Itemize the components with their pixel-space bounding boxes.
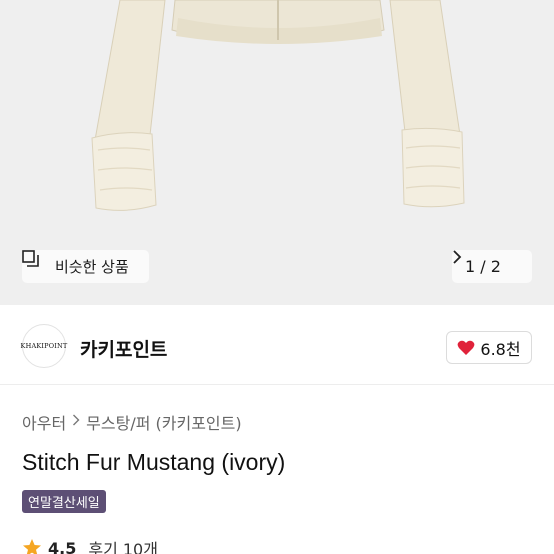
similar-products-button[interactable]: 비슷한 상품 (22, 250, 149, 283)
product-image[interactable]: 비슷한 상품 1 / 2 (0, 0, 554, 305)
heart-icon (457, 340, 475, 356)
product-title: Stitch Fur Mustang (ivory) (22, 449, 286, 475)
breadcrumb-subcategory[interactable]: 무스탕/퍼 (카키포인트) (86, 410, 241, 434)
shop-row[interactable]: KHAKIPOINT 카키포인트 6.8천 (0, 305, 554, 385)
rating-score: 4.5 (48, 538, 77, 554)
breadcrumb-category[interactable]: 아우터 (22, 410, 66, 434)
image-pager[interactable]: 1 / 2 (452, 250, 532, 283)
chevron-right-icon (72, 414, 80, 430)
pager-separator: / (480, 257, 486, 276)
review-count[interactable]: 후기 10개 (88, 536, 158, 554)
shop-logo-text: KHAKIPOINT (20, 342, 68, 350)
like-count: 6.8천 (480, 339, 521, 359)
like-button[interactable]: 6.8천 (446, 331, 532, 364)
breadcrumb: 아우터 무스탕/퍼 (카키포인트) (22, 410, 242, 434)
pager-text: 1 / 2 (465, 257, 501, 276)
rating-row[interactable]: 4.5 후기 10개 (22, 536, 158, 554)
sale-badge: 연말결산세일 (22, 490, 106, 513)
shop-name[interactable]: 카키포인트 (80, 335, 167, 362)
similar-products-label: 비슷한 상품 (55, 258, 129, 276)
star-icon (22, 538, 42, 554)
shop-logo[interactable]: KHAKIPOINT (20, 324, 68, 368)
pager-current: 1 (465, 257, 476, 276)
pager-total: 2 (490, 257, 501, 276)
similar-icon (22, 250, 49, 275)
chevron-right-icon (453, 250, 519, 274)
